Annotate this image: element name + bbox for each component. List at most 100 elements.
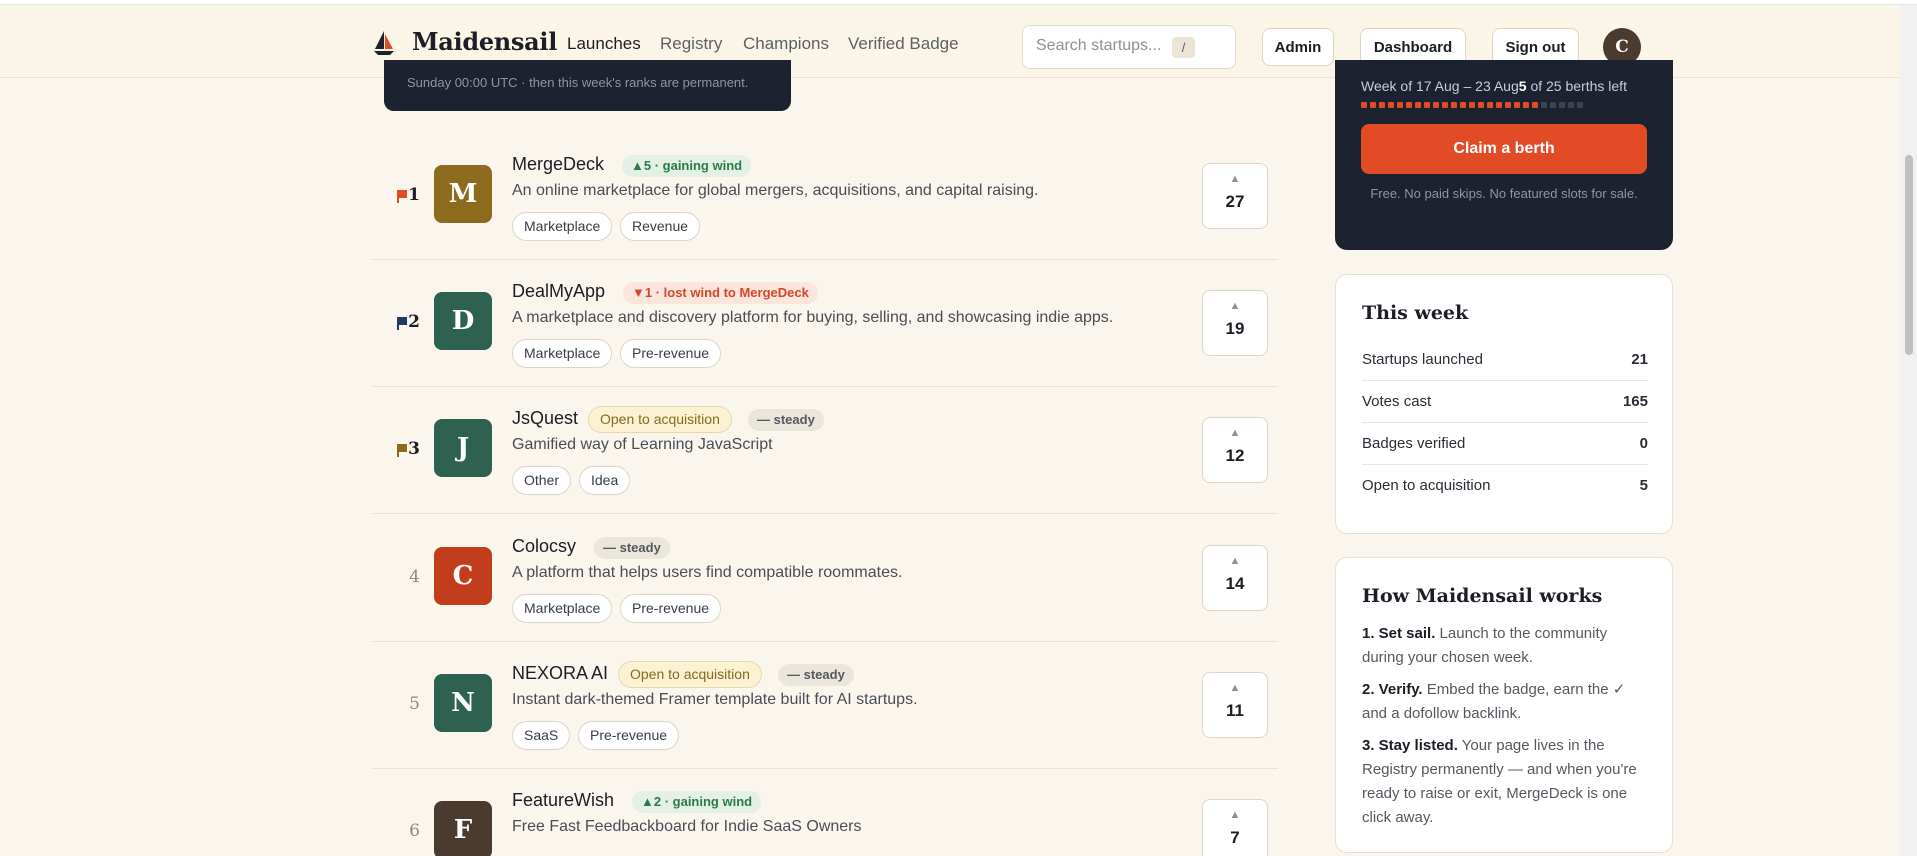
movement-badge: ▲2 · gaining wind	[632, 791, 762, 813]
startup-logo[interactable]: F	[434, 801, 492, 856]
upvote-arrow-icon: ▲	[1229, 555, 1241, 567]
category-tag[interactable]: Pre-revenue	[620, 339, 722, 368]
how-it-works-title: How Maidensail works	[1362, 585, 1603, 607]
scrollbar-thumb[interactable]	[1905, 155, 1913, 355]
rank-value: 3	[408, 439, 420, 459]
launch-row[interactable]: 1 M MergeDeck An online marketplace for glo…	[372, 133, 1278, 260]
berth-dot	[1523, 102, 1529, 108]
berth-dot	[1433, 102, 1439, 108]
page-scrollbar[interactable]	[1900, 5, 1917, 856]
startup-name[interactable]: Colocsy	[512, 536, 576, 557]
banner-text: Sunday 00:00 UTC · then this week's rank…	[407, 75, 749, 90]
acquisition-badge: Open to acquisition	[588, 406, 732, 433]
startup-logo[interactable]: N	[434, 674, 492, 732]
startup-description: Free Fast Feedbackboard for Indie SaaS O…	[512, 818, 862, 835]
upvote-button[interactable]: ▲ 12	[1202, 417, 1268, 483]
step-title: 3. Stay listed.	[1362, 737, 1458, 754]
upvote-arrow-icon: ▲	[1229, 300, 1241, 312]
berth-dot	[1505, 102, 1511, 108]
stat-value: 0	[1639, 435, 1648, 452]
launch-row[interactable]: 2 D DealMyApp A marketplace and discovery p…	[372, 260, 1278, 387]
this-week-card: This week Startups launched 21 Votes cas…	[1335, 274, 1673, 534]
category-tag[interactable]: SaaS	[512, 721, 571, 750]
berth-dot	[1469, 102, 1475, 108]
stat-votes-cast: Votes cast 165	[1362, 381, 1648, 423]
nav-champions[interactable]: Champions	[743, 34, 829, 54]
rank-number: 2	[372, 312, 420, 332]
nav-verified-badge[interactable]: Verified Badge	[848, 34, 959, 54]
stat-label: Votes cast	[1362, 393, 1432, 410]
flag-icon	[397, 317, 408, 330]
upvote-arrow-icon: ▲	[1229, 809, 1241, 821]
claim-berth-card: Week of 17 Aug – 23 Aug5 of 25 berths le…	[1335, 60, 1673, 250]
this-week-title: This week	[1362, 302, 1469, 324]
sailboat-logo-icon	[374, 31, 394, 55]
stat-badges-verified: Badges verified 0	[1362, 423, 1648, 465]
category-tag[interactable]: Pre-revenue	[578, 721, 680, 750]
upvote-arrow-icon: ▲	[1229, 682, 1241, 694]
startup-description: An online marketplace for global mergers…	[512, 182, 1039, 199]
startup-description: A marketplace and discovery platform for…	[512, 309, 1114, 326]
category-tag[interactable]: Marketplace	[512, 212, 613, 241]
upvote-button[interactable]: ▲ 14	[1202, 545, 1268, 611]
launch-row[interactable]: 3 J JsQuest Gamified way of Learning JavaSc…	[372, 387, 1278, 514]
week-label: Week of 17 Aug – 23 Aug	[1361, 78, 1519, 94]
startup-name[interactable]: MergeDeck	[512, 154, 604, 175]
berth-dot	[1550, 102, 1556, 108]
launch-row[interactable]: 6 F FeatureWish Free Fast Feedbackboard for…	[372, 769, 1278, 856]
startup-logo[interactable]: D	[434, 292, 492, 350]
stat-open-to-acquisition: Open to acquisition 5	[1362, 465, 1648, 507]
category-tag[interactable]: Pre-revenue	[620, 594, 722, 623]
startup-logo[interactable]: C	[434, 547, 492, 605]
startup-logo[interactable]: M	[434, 165, 492, 223]
category-tag[interactable]: Marketplace	[512, 339, 613, 368]
startup-name[interactable]: NEXORA AI	[512, 663, 608, 684]
category-tag[interactable]: Revenue	[620, 212, 701, 241]
berths-left-count: 5	[1518, 78, 1527, 94]
admin-button[interactable]: Admin	[1262, 28, 1334, 66]
berth-dot	[1388, 102, 1394, 108]
vote-count: 19	[1225, 319, 1245, 338]
berth-dot	[1478, 102, 1484, 108]
launch-row[interactable]: 5 N NEXORA AI Instant dark-themed Framer te…	[372, 642, 1278, 769]
berth-dot	[1379, 102, 1385, 108]
startup-description: A platform that helps users find compati…	[512, 564, 903, 581]
berth-dot	[1361, 102, 1367, 108]
vote-count: 14	[1225, 574, 1245, 593]
nav-launches[interactable]: Launches	[567, 34, 641, 54]
claim-berth-button[interactable]: Claim a berth	[1361, 124, 1647, 174]
category-tag[interactable]: Marketplace	[512, 594, 613, 623]
berth-dot	[1397, 102, 1403, 108]
berth-dot	[1460, 102, 1466, 108]
week-berths-text: Week of 17 Aug – 23 Aug5 of 25 berths le…	[1361, 78, 1627, 94]
movement-badge: — steady	[778, 664, 854, 686]
flag-icon	[397, 190, 408, 203]
search-input[interactable]: Search startups... /	[1022, 25, 1236, 69]
startup-logo[interactable]: J	[434, 419, 492, 477]
upvote-button[interactable]: ▲ 11	[1202, 672, 1268, 738]
startup-description: Gamified way of Learning JavaScript	[512, 436, 773, 453]
rank-number: 3	[372, 439, 420, 459]
upvote-button[interactable]: ▲ 19	[1202, 290, 1268, 356]
vote-count: 27	[1225, 192, 1245, 211]
rank-value: 5	[409, 694, 420, 714]
vote-count: 12	[1225, 446, 1245, 465]
berth-dot	[1577, 102, 1583, 108]
launch-row[interactable]: 4 C Colocsy A platform that helps users fin…	[372, 515, 1278, 642]
acquisition-badge: Open to acquisition	[618, 661, 762, 688]
berth-progress-dots	[1361, 102, 1583, 108]
rank-value: 1	[408, 185, 420, 205]
category-tag[interactable]: Idea	[579, 466, 631, 495]
upvote-button[interactable]: ▲ 27	[1202, 163, 1268, 229]
category-tag[interactable]: Other	[512, 466, 572, 495]
upvote-button[interactable]: ▲ 7	[1202, 799, 1268, 856]
nav-registry[interactable]: Registry	[660, 34, 722, 54]
startup-name[interactable]: JsQuest	[512, 408, 578, 429]
upvote-arrow-icon: ▲	[1229, 173, 1241, 185]
vote-count: 11	[1226, 701, 1244, 720]
startup-name[interactable]: FeatureWish	[512, 790, 614, 811]
brand-name[interactable]: Maidensail	[412, 27, 557, 56]
upvote-arrow-icon: ▲	[1229, 427, 1241, 439]
rank-number: 4	[372, 567, 420, 587]
startup-name[interactable]: DealMyApp	[512, 281, 605, 302]
